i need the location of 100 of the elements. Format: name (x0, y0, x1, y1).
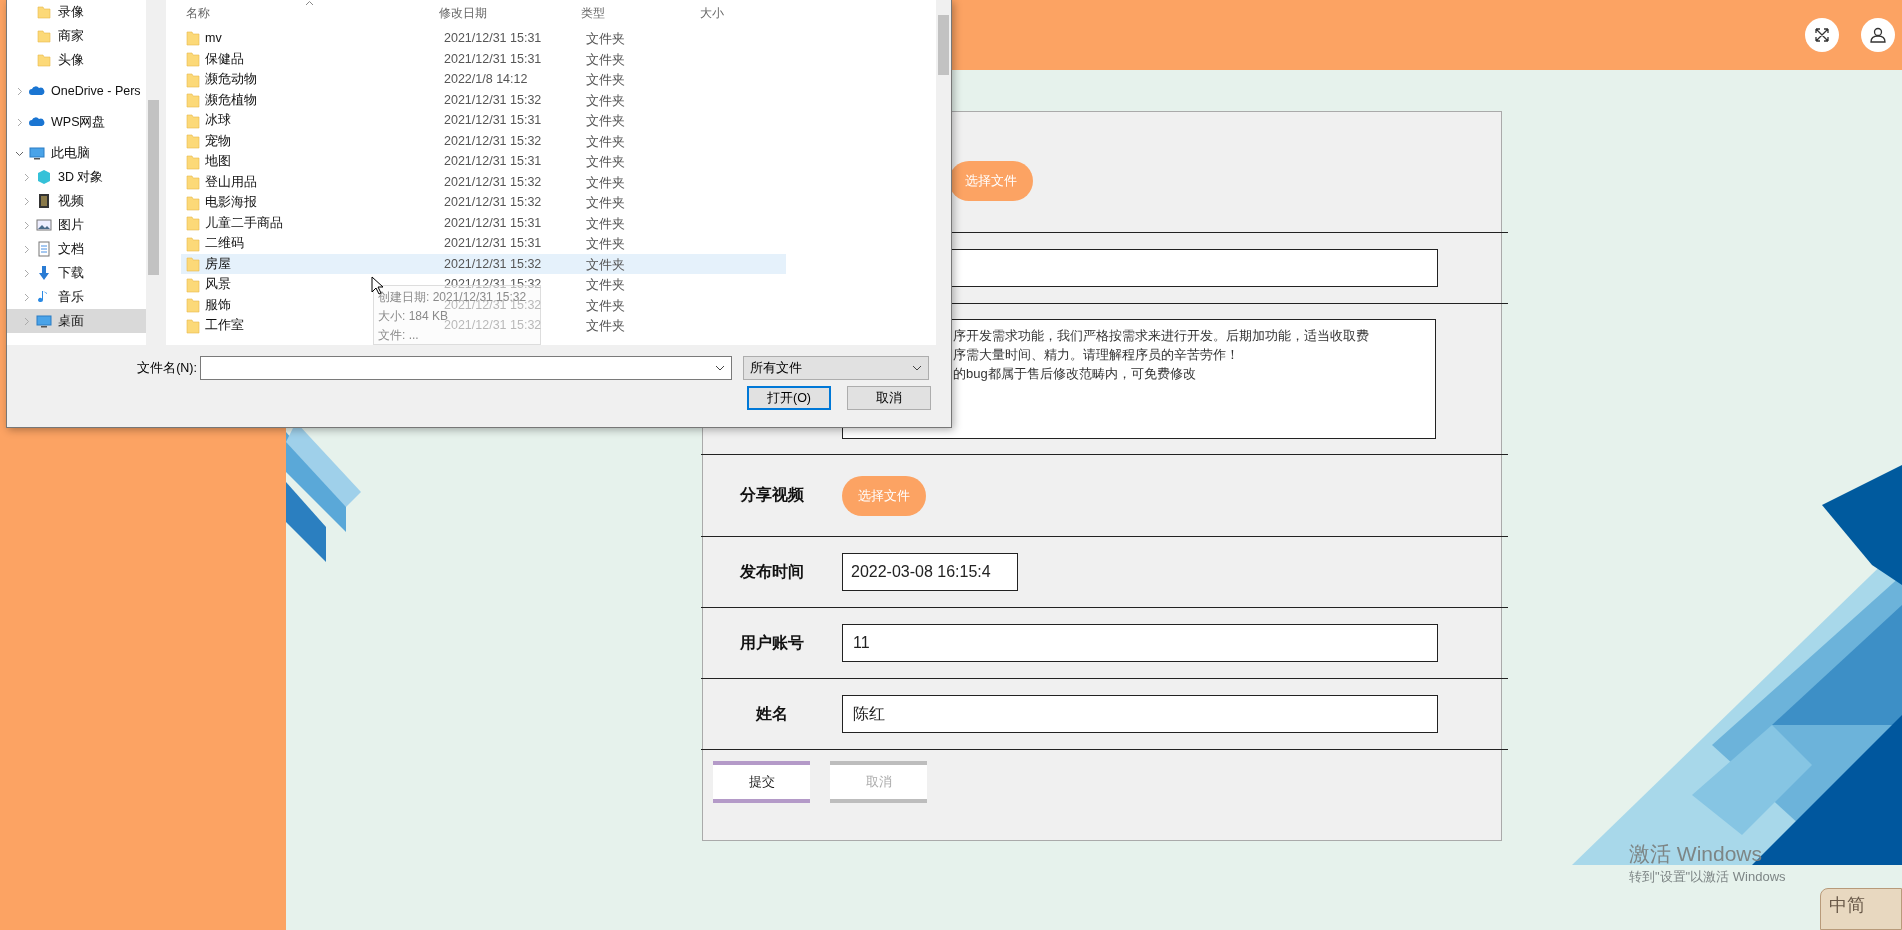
film-icon (36, 193, 52, 209)
scrollbar[interactable] (146, 0, 161, 345)
folder-icon (186, 133, 200, 149)
folder-icon (186, 71, 200, 88)
folder-icon (186, 112, 200, 129)
nav-item[interactable]: WPS网盘 (7, 110, 146, 134)
file-name[interactable]: 工作室 (205, 317, 244, 334)
nav-item[interactable]: 音乐 (7, 285, 146, 309)
file-name[interactable]: 冰球 (205, 112, 231, 129)
nav-item[interactable]: 商家 (7, 24, 146, 48)
folder-icon (186, 297, 200, 313)
input-field[interactable]: 11 (842, 624, 1438, 662)
modified-date: 2021/12/31 15:32 (444, 277, 542, 291)
cube-icon (36, 169, 52, 185)
file-name[interactable]: 地图 (205, 153, 231, 170)
submit-button[interactable]: 提交 (713, 761, 810, 803)
nav-item[interactable]: 此电脑 (7, 141, 146, 165)
file-type: 文件夹 (586, 256, 625, 274)
file-type: 文件夹 (586, 92, 625, 110)
scrollbar[interactable] (936, 0, 951, 345)
modified-date: 2021/12/31 15:32 (444, 133, 542, 148)
folder-icon (186, 215, 200, 231)
file-type: 文件夹 (586, 113, 625, 130)
activation-title: 激活 Windows (1629, 841, 1764, 867)
modified-date: 2021/12/31 15:31 (444, 31, 542, 45)
modified-date: 2021/12/31 15:31 (444, 113, 542, 127)
field-label: 发布时间 (738, 561, 805, 582)
file-type: 文件夹 (586, 133, 625, 151)
document-icon (36, 241, 52, 257)
file-type: 文件夹 (586, 31, 625, 48)
modified-date: 2021/12/31 15:31 (444, 215, 542, 230)
file-name[interactable]: 房屋 (205, 255, 231, 273)
picture-icon (36, 217, 52, 233)
filename-label: 文件名(N): (136, 359, 198, 377)
nav-item[interactable]: 图片 (7, 213, 146, 237)
file-type: 文件夹 (586, 215, 625, 233)
file-name[interactable]: 宠物 (205, 132, 231, 150)
file-name[interactable]: mv (205, 31, 222, 45)
ime-indicator[interactable]: 中简 (1820, 888, 1902, 930)
file-type: 文件夹 (586, 195, 625, 212)
file-type: 文件夹 (586, 297, 625, 315)
modified-date: 2021/12/31 15:32 (444, 92, 542, 107)
file-name[interactable]: 儿童二手商品 (205, 214, 283, 232)
open-button[interactable]: 打开(O) (747, 386, 831, 410)
folder-icon (186, 317, 200, 334)
folder-icon (186, 256, 200, 272)
folder-icon (186, 153, 200, 170)
cancel-button[interactable]: 取消 (847, 386, 931, 410)
file-name[interactable]: 保健品 (205, 50, 244, 68)
column-header[interactable]: 修改日期 (439, 5, 487, 22)
filename-field[interactable] (200, 356, 732, 380)
nav-item[interactable]: 头像 (7, 48, 146, 72)
folder-icon (36, 28, 52, 44)
nav-item[interactable]: 视频 (7, 189, 146, 213)
modified-date: 2021/12/31 15:32 (444, 256, 542, 271)
nav-item[interactable]: 文档 (7, 237, 146, 261)
field-label: 分享视频 (738, 485, 805, 505)
file-type-dropdown[interactable]: 所有文件 (743, 356, 929, 380)
folder-icon (186, 194, 200, 211)
nav-item[interactable]: 下载 (7, 261, 146, 285)
file-type: 文件夹 (586, 154, 625, 171)
modified-date: 2021/12/31 15:31 (444, 154, 542, 168)
column-header[interactable]: 名称 (186, 5, 210, 22)
column-header[interactable]: 大小 (700, 5, 724, 22)
modified-date: 2022/1/8 14:12 (444, 72, 528, 86)
field-label: 用户账号 (738, 632, 805, 653)
file-name[interactable]: 风景 (205, 276, 231, 293)
user-icon[interactable] (1861, 18, 1895, 52)
nav-item[interactable]: OneDrive - Pers (7, 79, 146, 103)
file-name[interactable]: 二维码 (205, 235, 244, 252)
file-name[interactable]: 电影海报 (205, 194, 257, 211)
dropdown-caret-icon (715, 365, 725, 371)
file-name[interactable]: 登山用品 (205, 173, 257, 191)
file-name[interactable]: 服饰 (205, 296, 231, 314)
column-header[interactable]: 类型 (581, 5, 605, 22)
nav-item[interactable]: 录像 (7, 0, 146, 24)
folder-icon (186, 235, 200, 252)
modified-date: 2021/12/31 15:32 (444, 195, 542, 209)
fullscreen-icon[interactable] (1805, 18, 1839, 52)
nav-item[interactable]: 桌面 (7, 309, 146, 333)
field-label: 姓名 (754, 703, 789, 724)
monitor-icon (29, 145, 45, 161)
file-name[interactable]: 濒危动物 (205, 71, 257, 88)
file-type: 文件夹 (586, 277, 625, 294)
folder-icon (186, 30, 200, 46)
file-type: 文件夹 (586, 51, 625, 69)
file-name[interactable]: 濒危植物 (205, 91, 257, 109)
monitor-icon (36, 313, 52, 329)
activation-hint: 转到"设置"以激活 Windows (1629, 868, 1786, 886)
folder-icon (186, 276, 200, 293)
file-type: 文件夹 (586, 318, 625, 335)
sort-caret-icon (305, 0, 314, 6)
folder-icon (186, 51, 200, 67)
modified-date: 2021/12/31 15:31 (444, 236, 542, 250)
nav-item[interactable]: 3D 对象 (7, 165, 146, 189)
folder-icon (36, 4, 52, 20)
download-icon (36, 265, 52, 281)
datetime-field[interactable]: 2022-03-08 16:15:4 (842, 553, 1018, 591)
input-field[interactable]: 陈红 (842, 695, 1438, 733)
folder-icon (36, 52, 52, 68)
